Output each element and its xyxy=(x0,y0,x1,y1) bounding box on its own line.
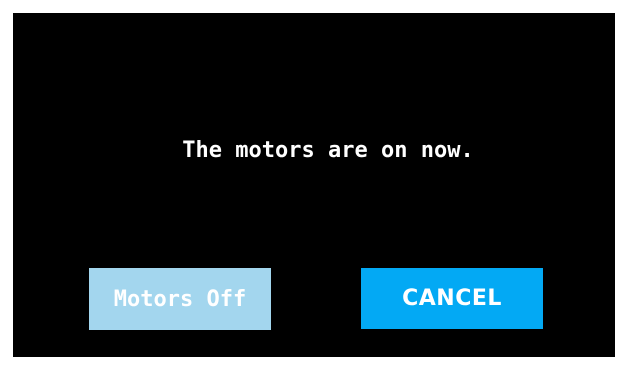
cancel-button[interactable]: CANCEL xyxy=(361,268,543,329)
status-message: The motors are on now. xyxy=(182,138,474,163)
dialog-screen: The motors are on now. Motors Off CANCEL xyxy=(13,13,615,357)
motors-off-button[interactable]: Motors Off xyxy=(89,268,271,330)
